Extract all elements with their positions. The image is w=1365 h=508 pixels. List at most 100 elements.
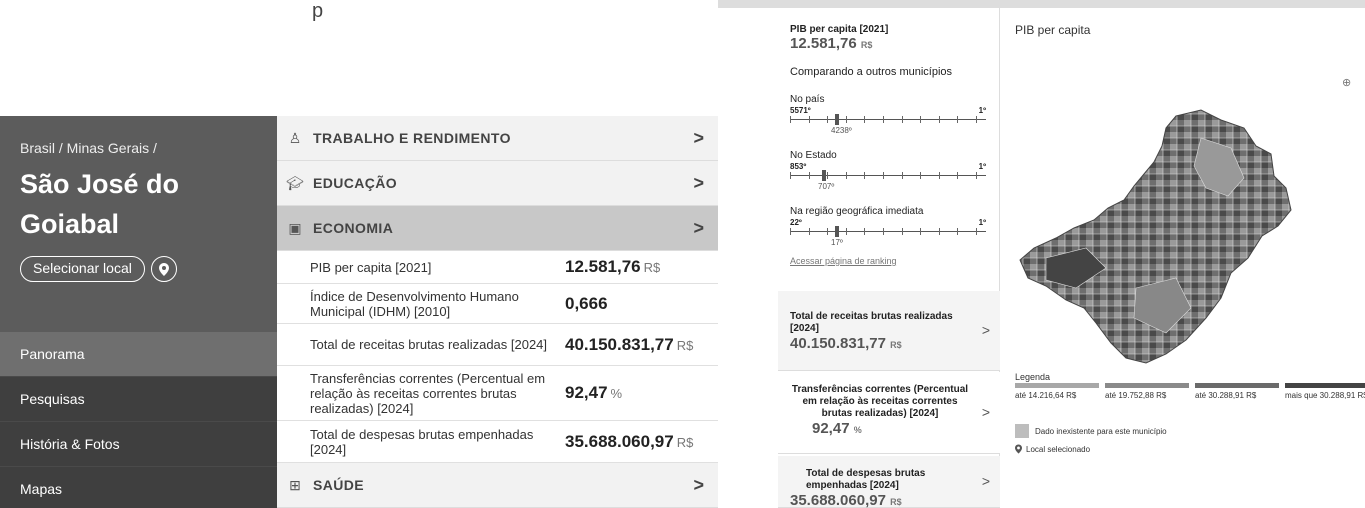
graduation-cap-icon: 🎓︎: [286, 174, 304, 191]
ranking-tick: [827, 116, 828, 123]
economy-row-value: 0,666: [565, 293, 608, 313]
ranking-tick: [846, 172, 847, 179]
section-economia[interactable]: ▣ ECONOMIA >: [277, 206, 718, 251]
sidebar-nav: Panorama Pesquisas História & Fotos Mapa…: [0, 332, 277, 508]
cropped-heading-fragment: p: [312, 0, 324, 22]
legend-bin: até 19.752,88 R$: [1105, 383, 1189, 400]
ranking-tick: [864, 228, 865, 235]
ranking-position: 4238º: [831, 126, 852, 135]
ranking-page-link[interactable]: Acessar página de ranking: [790, 256, 990, 266]
ranking-tick: [939, 172, 940, 179]
economy-row-label: Índice de Desenvolvimento Humano Municip…: [310, 288, 519, 319]
ranking-country: No país 5571º 1º 4238º: [790, 94, 990, 135]
ranking-tick: [790, 172, 791, 179]
section-trabalho[interactable]: ♙ TRABALHO E RENDIMENTO >: [277, 116, 718, 161]
ranking-tick: [976, 172, 977, 179]
legend-bin: até 14.216,64 R$: [1015, 383, 1099, 400]
chevron-right-icon: >: [693, 475, 704, 495]
legend-selected: Local selecionado: [1015, 444, 1090, 454]
state-choropleth-map[interactable]: [1016, 108, 1346, 368]
section-title: ECONOMIA: [313, 220, 394, 236]
ranking-max: 1º: [978, 218, 986, 227]
ranking-marker: [835, 226, 839, 237]
ranking-title: Na região geográfica imediata: [790, 206, 924, 217]
ranking-tick: [902, 172, 903, 179]
ranking-tick: [957, 228, 958, 235]
legend-selected-label: Local selecionado: [1026, 444, 1091, 454]
money-icon: ▣: [288, 219, 302, 236]
legend-swatch: [1285, 383, 1365, 388]
ranking-tick: [827, 172, 828, 179]
city-title: São José do Goiabal: [20, 169, 180, 239]
nav-item-historia-fotos[interactable]: História & Fotos: [0, 422, 277, 467]
nav-item-panorama[interactable]: Panorama: [0, 332, 277, 377]
medical-kit-icon: ⊞: [289, 476, 301, 493]
zoom-icon[interactable]: ⊕: [1342, 76, 1351, 89]
indicator-card-transferencias[interactable]: Transferências correntes (Percentual em …: [778, 372, 1000, 454]
ranking-min: 853º: [790, 162, 807, 171]
card-value: 40.150.831,77 R$: [790, 335, 902, 352]
map-pin-icon: [1015, 444, 1022, 454]
legend-label: até 30.288,91 R$: [1195, 391, 1257, 400]
chevron-right-icon: >: [693, 128, 704, 148]
panorama-content: ♙ TRABALHO E RENDIMENTO > 🎓︎ EDUCAÇÃO > …: [277, 116, 718, 508]
ranking-tick: [864, 116, 865, 123]
section-saude[interactable]: ⊞ SAÚDE >: [277, 463, 718, 508]
economy-row-label: PIB per capita [2021]: [310, 259, 432, 275]
breadcrumb[interactable]: Brasil / Minas Gerais /: [20, 140, 157, 156]
ranking-tick: [939, 228, 940, 235]
ranking-tick: [846, 116, 847, 123]
indicator-card-despesas[interactable]: Total de despesas brutas empenhadas [202…: [778, 456, 1000, 508]
economy-row[interactable]: Total de despesas brutas empenhadas [202…: [277, 421, 718, 463]
ranking-tick: [957, 116, 958, 123]
ranking-tick: [883, 228, 884, 235]
ranking-max: 1º: [978, 162, 986, 171]
card-value: 92,47 %: [812, 420, 862, 437]
pib-title: PIB per capita [2021]: [790, 24, 889, 35]
legend-title: Legenda: [1015, 372, 1051, 382]
compare-title: Comparando a outros municípios: [790, 66, 953, 78]
economy-row-label: Total de receitas brutas realizadas [202…: [310, 337, 548, 352]
ranking-tick: [920, 116, 921, 123]
select-place-button[interactable]: Selecionar local: [20, 256, 145, 282]
ranking-min: 22º: [790, 218, 802, 227]
indicator-card-receitas[interactable]: Total de receitas brutas realizadas [202…: [778, 291, 1000, 371]
ranking-tick: [920, 172, 921, 179]
ranking-tick: [902, 228, 903, 235]
pib-value: 12.581,76 R$: [790, 35, 873, 52]
economy-row[interactable]: Transferências correntes (Percentual em …: [277, 366, 718, 421]
economy-row[interactable]: Total de receitas brutas realizadas [202…: [277, 324, 718, 366]
nav-item-pesquisas[interactable]: Pesquisas: [0, 377, 277, 422]
legend-label: até 14.216,64 R$: [1015, 391, 1077, 400]
economy-row[interactable]: PIB per capita [2021] 12.581,76 R$: [277, 251, 718, 284]
section-educacao[interactable]: 🎓︎ EDUCAÇÃO >: [277, 161, 718, 206]
legend-swatch: [1195, 383, 1279, 388]
ranking-tick: [790, 228, 791, 235]
legend-swatch: [1015, 383, 1099, 388]
nav-item-mapas[interactable]: Mapas: [0, 467, 277, 508]
legend-no-data-label: Dado inexistente para este município: [1035, 426, 1167, 436]
chevron-right-icon: >: [981, 472, 990, 489]
economy-row[interactable]: Índice de Desenvolvimento Humano Municip…: [277, 284, 718, 324]
sidebar: Brasil / Minas Gerais / São José do Goia…: [0, 116, 277, 508]
ranking-title: No Estado: [790, 150, 837, 161]
legend-label: mais que 30.288,91 R$: [1285, 391, 1365, 400]
ranking-tick: [939, 116, 940, 123]
ranking-tick: [902, 116, 903, 123]
ranking-state: No Estado 853º 1º 707º: [790, 150, 990, 191]
right-screenshot: PIB per capita [2021] 12.581,76 R$ Compa…: [718, 0, 1365, 508]
legend-label: até 19.752,88 R$: [1105, 391, 1167, 400]
economy-row-value: 35.688.060,97 R$: [565, 431, 694, 451]
chevron-right-icon: >: [981, 321, 990, 338]
legend-bins: até 14.216,64 R$ até 19.752,88 R$ até 30…: [1015, 383, 1365, 400]
card-title: Total de despesas brutas empenhadas [202…: [806, 468, 926, 491]
ranking-tick: [957, 172, 958, 179]
ranking-tick: [976, 228, 977, 235]
indicator-panel: PIB per capita [2021] 12.581,76 R$ Compa…: [718, 8, 1000, 508]
location-button[interactable]: [150, 256, 177, 282]
ranking-tick: [809, 116, 810, 123]
ranking-marker: [822, 170, 826, 181]
section-title: SAÚDE: [313, 477, 365, 493]
legend-no-data: Dado inexistente para este município: [1015, 424, 1167, 438]
ranking-min: 5571º: [790, 106, 811, 115]
